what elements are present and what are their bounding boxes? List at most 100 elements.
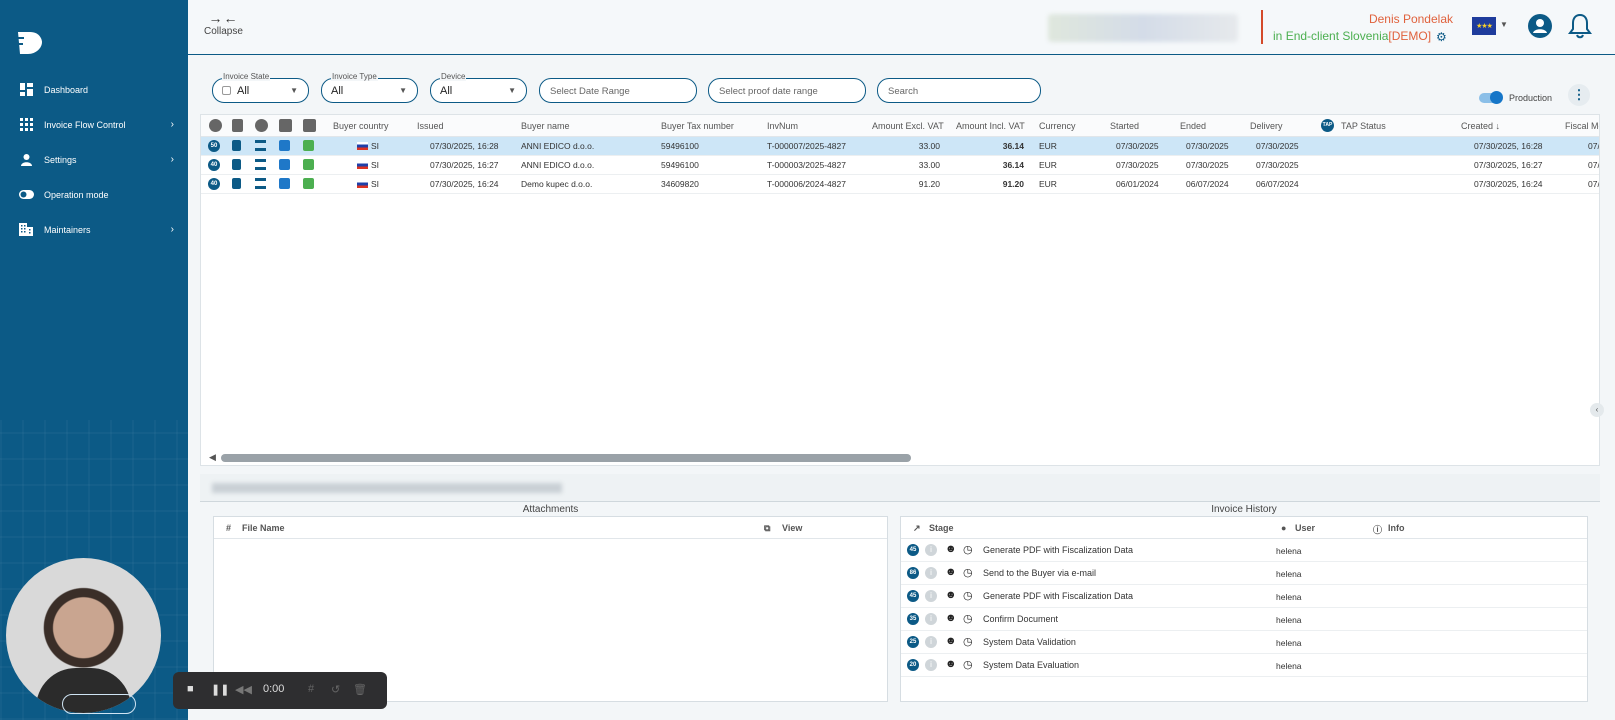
grid-icon[interactable]: # [308, 683, 314, 695]
col-amount-incl[interactable]: Amount Incl. VAT [956, 115, 1025, 137]
email-icon[interactable] [303, 119, 316, 132]
col-buyer-tax[interactable]: Buyer Tax number [661, 115, 734, 137]
clock-icon: ◷ [963, 636, 973, 648]
dollar-icon[interactable] [255, 119, 268, 132]
info-icon[interactable]: i [925, 567, 937, 579]
email-icon[interactable] [303, 140, 314, 151]
history-row[interactable]: 20 i ☻ ◷ System Data Evaluation helena [901, 654, 1587, 677]
bank-icon[interactable] [255, 159, 266, 170]
horizontal-scrollbar[interactable]: ◀ [209, 452, 1589, 462]
chevron-left-icon[interactable]: ‹ [1590, 403, 1604, 417]
account-icon[interactable] [1528, 14, 1552, 38]
sidebar-item-maintainers[interactable]: Maintainers › [0, 212, 188, 247]
table-row[interactable]: 50 SI 07/30/2025, 16:28 ANNI EDICO d.o.o. 59… [201, 137, 1599, 156]
pause-icon[interactable]: ❚❚ [211, 683, 229, 696]
sidebar-item-invoice-flow-control[interactable]: Invoice Flow Control › [0, 107, 188, 142]
col-tap-status[interactable]: TAP Status [1341, 115, 1386, 137]
scrollbar-thumb[interactable] [221, 454, 911, 462]
col-invnum[interactable]: InvNum [767, 115, 798, 137]
person-icon: ☻ [945, 589, 957, 601]
col-created[interactable]: Created ↓ [1461, 115, 1500, 137]
person-icon: ☻ [945, 635, 957, 647]
cell-invnum: T-000006/2024-4827 [767, 179, 846, 189]
bank-icon[interactable] [255, 178, 266, 189]
store-icon[interactable] [279, 178, 290, 189]
document-icon[interactable] [232, 159, 241, 170]
cell-country: SI [371, 179, 380, 189]
client-selector[interactable]: in End-client Slovenia[DEMO] [1273, 29, 1431, 43]
col-fiscal[interactable]: Fiscal Mo [1565, 115, 1599, 137]
table-row[interactable]: 40 SI 07/30/2025, 16:27 ANNI EDICO d.o.o. 59… [201, 156, 1600, 175]
document-icon[interactable] [232, 178, 241, 189]
proof-date-range-input[interactable]: Select proof date range [708, 78, 866, 103]
bell-icon[interactable] [1568, 12, 1592, 40]
col-started[interactable]: Started [1110, 115, 1139, 137]
trash-icon[interactable]: 🗑 [353, 683, 367, 696]
col-user[interactable]: User [1295, 523, 1315, 533]
sidebar-nav: Dashboard Invoice Flow Control › Setting… [0, 72, 188, 247]
invoice-type-select[interactable]: Invoice Type All ▼ [321, 72, 418, 103]
col-delivery[interactable]: Delivery [1250, 115, 1283, 137]
hash-icon: # [226, 523, 232, 533]
history-row[interactable]: 86 i ☻ ◷ Send to the Buyer via e-mail helena [901, 562, 1587, 585]
history-user: helena [1276, 615, 1302, 625]
table-row[interactable]: 40 SI 07/30/2025, 16:24 Demo kupec d.o.o. 34… [201, 175, 1599, 194]
info-icon[interactable]: i [925, 613, 937, 625]
store-icon[interactable] [279, 140, 290, 151]
filter-label: Invoice State [222, 72, 271, 81]
checkbox[interactable] [222, 86, 231, 95]
document-icon[interactable] [232, 119, 243, 132]
col-buyer-name[interactable]: Buyer name [521, 115, 570, 137]
col-file-name[interactable]: File Name [242, 523, 285, 533]
col-ended[interactable]: Ended [1180, 115, 1206, 137]
bank-icon[interactable] [255, 140, 266, 151]
invoice-state-select[interactable]: Invoice State All ▼ [212, 72, 309, 103]
email-icon[interactable] [303, 178, 314, 189]
toggle-switch[interactable] [1479, 91, 1503, 104]
email-icon[interactable] [303, 159, 314, 170]
undo-icon[interactable]: ↺ [331, 683, 340, 696]
col-amount-excl[interactable]: Amount Excl. VAT [872, 115, 944, 137]
history-row[interactable]: 35 i ☻ ◷ Confirm Document helena [901, 608, 1587, 631]
scroll-left-icon[interactable]: ◀ [209, 452, 216, 463]
info-icon[interactable]: i [925, 636, 937, 648]
info-icon[interactable]: i [925, 590, 937, 602]
filter-value: All [331, 85, 344, 97]
history-row[interactable]: 45 i ☻ ◷ Generate PDF with Fiscalization Dat… [901, 585, 1587, 608]
production-toggle[interactable]: Production [1479, 91, 1552, 104]
status-badge: 40 [208, 178, 220, 190]
more-menu-icon[interactable]: ⋮ [1568, 84, 1590, 106]
col-issued[interactable]: Issued [417, 115, 444, 137]
clock-icon: ◷ [963, 544, 973, 556]
search-input[interactable]: Search [877, 78, 1041, 103]
info-icon[interactable]: i [925, 544, 937, 556]
store-icon[interactable] [279, 119, 292, 132]
sidebar-item-operation-mode[interactable]: Operation mode [0, 177, 188, 212]
col-buyer-country[interactable]: Buyer country [333, 115, 389, 137]
status-icon[interactable] [209, 119, 222, 132]
record-button[interactable] [62, 694, 136, 714]
history-row[interactable]: 45 i ☻ ◷ Generate PDF with Fiscalization Dat… [901, 539, 1587, 562]
rewind-icon[interactable]: ◀◀ [235, 683, 252, 696]
sidebar-item-dashboard[interactable]: Dashboard [0, 72, 188, 107]
device-select[interactable]: Device All ▼ [430, 72, 527, 103]
store-icon[interactable] [279, 159, 290, 170]
attachments-header: # File Name ⧉ View [214, 517, 887, 539]
col-info[interactable]: Info [1388, 523, 1405, 533]
col-stage[interactable]: Stage [929, 523, 954, 533]
screen-recorder-bar: ■ ❚❚ ◀◀ 0:00 # ↺ 🗑 [173, 672, 387, 709]
sidebar-item-settings[interactable]: Settings › [0, 142, 188, 177]
gear-icon[interactable]: ⚙ [1436, 30, 1447, 44]
col-created-label: Created [1461, 121, 1494, 131]
cell-fiscal: 07/ [1588, 160, 1600, 170]
document-icon[interactable] [232, 140, 241, 151]
stop-icon[interactable]: ■ [187, 683, 194, 695]
history-row[interactable]: 25 i ☻ ◷ System Data Validation helena [901, 631, 1587, 654]
chevron-down-icon[interactable]: ▼ [1500, 20, 1508, 29]
date-range-input[interactable]: Select Date Range [539, 78, 697, 103]
col-view[interactable]: View [782, 523, 802, 533]
info-icon[interactable]: i [925, 659, 937, 671]
col-currency[interactable]: Currency [1039, 115, 1076, 137]
eu-flag-icon[interactable]: ★★★ [1472, 17, 1496, 35]
collapse-button[interactable]: →← Collapse [204, 10, 243, 37]
